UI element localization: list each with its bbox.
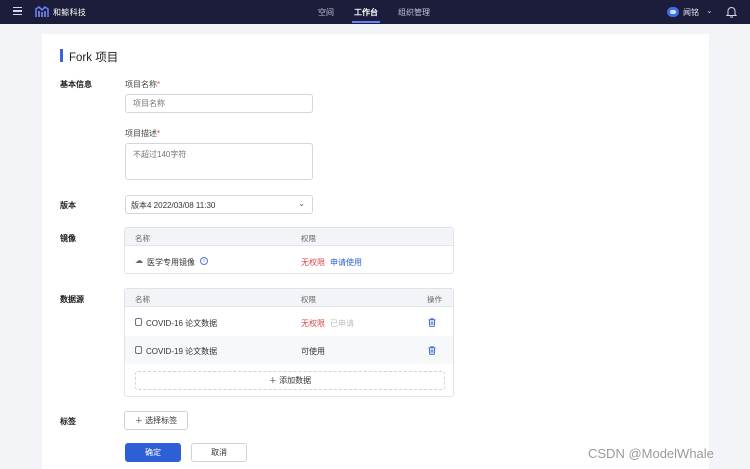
plus-icon: ＋ (268, 376, 277, 385)
table-row: ☁ 医学专用镜像 i 无权限 申请使用 (125, 247, 453, 275)
user-avatar[interactable] (667, 7, 679, 17)
datasource-table-header: 名称 权限 操作 (125, 289, 453, 307)
nav-tab-org-management[interactable]: 组织管理 (398, 7, 430, 18)
select-tags-label: 选择标签 (145, 416, 178, 425)
column-header: 权限 (301, 295, 316, 304)
version-select[interactable]: 版本4 2022/03/08 11:30 ⌄ (125, 195, 313, 214)
column-header: 名称 (135, 295, 150, 304)
permission-status: 可使用 (301, 347, 325, 356)
top-navbar: 和鲸科技 空间 工作台 组织管理 闻铭 ⌄ (0, 0, 750, 24)
cancel-button[interactable]: 取消 (191, 443, 247, 462)
column-header: 名称 (135, 234, 150, 243)
active-tab-indicator (352, 21, 380, 23)
applied-status: 已申请 (330, 319, 354, 328)
confirm-button[interactable]: 确定 (125, 443, 181, 462)
section-basic-info: 基本信息 (60, 80, 92, 89)
add-data-label: 添加数据 (279, 376, 312, 385)
column-header: 权限 (301, 234, 316, 243)
brand-name: 和鲸科技 (53, 8, 87, 17)
chevron-down-icon[interactable]: ⌄ (706, 6, 713, 15)
column-header: 操作 (427, 295, 442, 304)
trash-icon[interactable] (428, 318, 436, 327)
nav-tab-workbench[interactable]: 工作台 (354, 7, 378, 18)
project-name-label: 项目名称* (125, 80, 161, 89)
project-desc-label: 项目描述* (125, 129, 161, 138)
permission-status: 无权限 (301, 258, 325, 267)
info-icon[interactable]: i (200, 257, 208, 265)
add-data-button[interactable]: ＋ 添加数据 (135, 371, 445, 390)
datasource-name: COVID-16 论文数据 (146, 319, 218, 328)
section-image: 镜像 (60, 234, 76, 243)
brand-logo[interactable] (35, 5, 49, 19)
datasource-table: 名称 权限 操作 COVID-16 论文数据 无权限 已申请 COVID-19 … (124, 288, 454, 397)
cloud-icon: ☁ (135, 256, 143, 265)
chevron-down-icon: ⌄ (298, 199, 305, 208)
table-row: COVID-16 论文数据 无权限 已申请 (125, 308, 453, 336)
nav-tab-space[interactable]: 空间 (318, 7, 334, 18)
apply-use-link[interactable]: 申请使用 (330, 257, 362, 268)
database-icon (135, 318, 142, 326)
table-row: COVID-19 论文数据 可使用 (125, 336, 453, 364)
project-name-input[interactable] (125, 94, 313, 113)
select-tags-button[interactable]: ＋ 选择标签 (124, 411, 188, 430)
version-select-value: 版本4 2022/03/08 11:30 (131, 201, 216, 210)
image-name: 医学专用镜像 (147, 258, 195, 267)
trash-icon[interactable] (428, 346, 436, 355)
image-table: 名称 权限 ☁ 医学专用镜像 i 无权限 申请使用 (124, 227, 454, 274)
section-datasource: 数据源 (60, 295, 84, 304)
project-desc-textarea[interactable] (125, 143, 313, 180)
watermark: CSDN @ModelWhale (588, 446, 714, 461)
hamburger-menu-icon[interactable] (13, 7, 22, 17)
bell-icon[interactable] (726, 6, 737, 18)
section-tags: 标签 (60, 417, 76, 426)
page-title: Fork 项目 (69, 52, 119, 64)
section-version: 版本 (60, 201, 76, 210)
plus-icon: ＋ (134, 416, 143, 425)
permission-status: 无权限 (301, 319, 325, 328)
user-name[interactable]: 闻铭 (683, 7, 699, 18)
image-table-header: 名称 权限 (125, 228, 453, 246)
datasource-name: COVID-19 论文数据 (146, 347, 218, 356)
title-accent-bar (60, 49, 63, 62)
database-icon (135, 346, 142, 354)
